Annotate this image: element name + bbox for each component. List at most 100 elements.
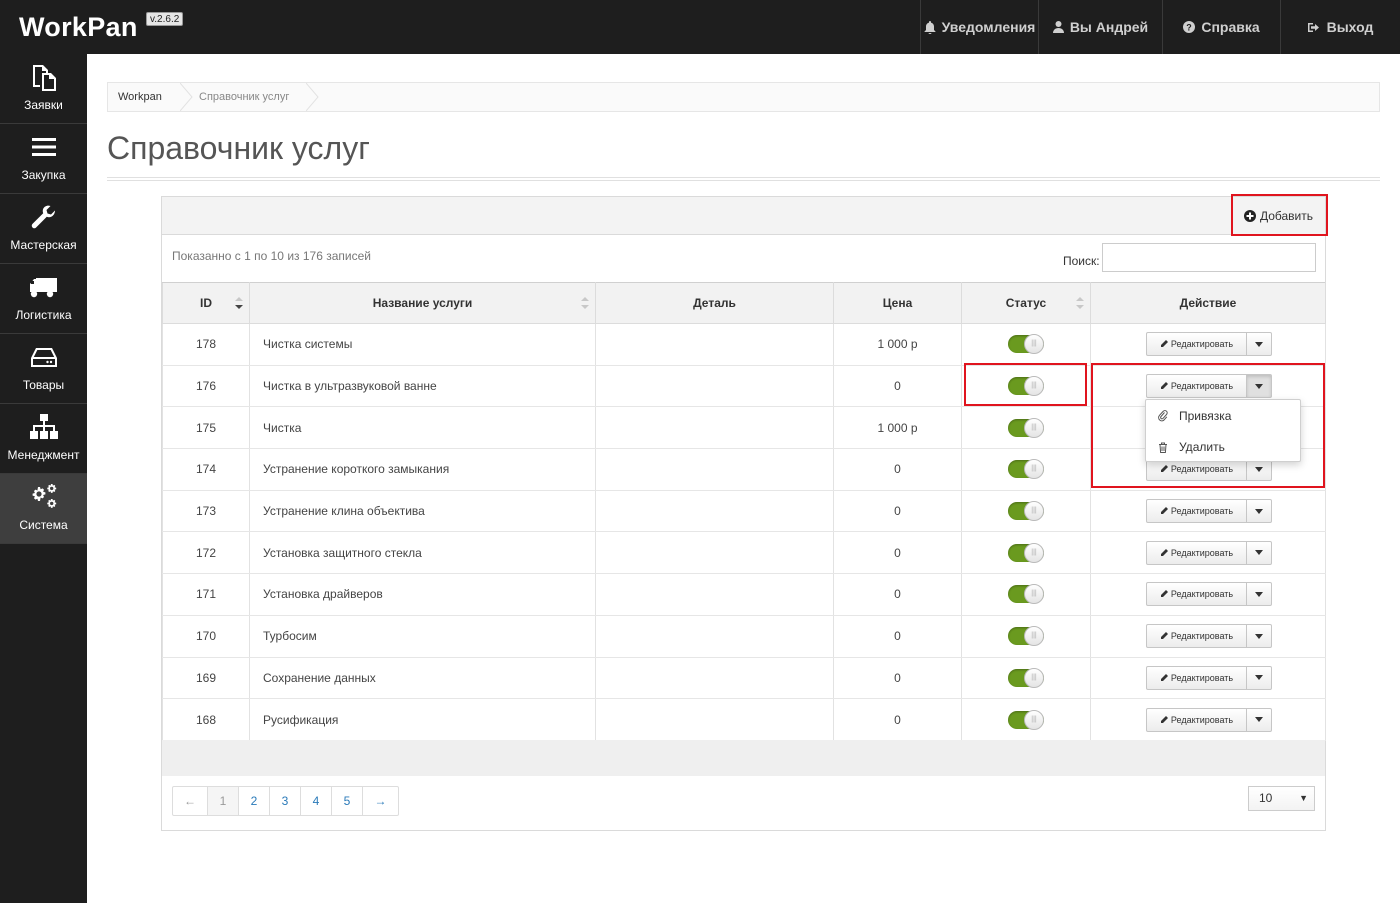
actions-dropdown-toggle[interactable]: [1247, 582, 1272, 607]
user-label: Вы Андрей: [1069, 19, 1149, 35]
sidebar-label-purchases: Закупка: [21, 168, 66, 182]
sidebar-item-goods[interactable]: Товары: [0, 334, 87, 404]
status-toggle[interactable]: |||: [1008, 584, 1044, 605]
sort-icon: [1076, 297, 1084, 309]
column-header-action: Действие: [1090, 282, 1326, 324]
records-info: Показанно с 1 по 10 из 176 записей: [172, 249, 371, 263]
cell-id: 174: [162, 448, 250, 491]
column-header-price: Цена: [833, 282, 962, 324]
status-toggle[interactable]: |||: [1008, 667, 1044, 688]
pagination-next[interactable]: →: [363, 787, 398, 815]
cell-detail: [595, 406, 834, 450]
logout-icon: [1307, 22, 1319, 32]
highlight-box-status: [964, 363, 1087, 406]
status-toggle[interactable]: |||: [1008, 334, 1044, 355]
action-button-group: Редактировать: [1146, 707, 1272, 732]
cell-detail: [595, 323, 834, 366]
pagination-prev[interactable]: ←: [173, 787, 208, 815]
actions-dropdown-toggle[interactable]: [1247, 624, 1272, 649]
actions-dropdown-toggle[interactable]: [1247, 707, 1272, 732]
edit-button[interactable]: Редактировать: [1146, 665, 1247, 690]
pagination-page[interactable]: 1: [208, 787, 239, 815]
edit-button[interactable]: Редактировать: [1146, 707, 1247, 732]
pencil-icon: [1160, 673, 1168, 681]
sidebar-item-purchases[interactable]: Закупка: [0, 124, 87, 194]
page-size-select[interactable]: 10 ▼: [1248, 786, 1315, 811]
edit-button[interactable]: Редактировать: [1146, 582, 1247, 607]
bell-icon: [924, 20, 936, 34]
user-link[interactable]: Вы Андрей: [1038, 0, 1162, 54]
breadcrumb-home[interactable]: Workpan: [118, 83, 162, 111]
logout-link[interactable]: Выход: [1280, 0, 1400, 54]
status-toggle[interactable]: |||: [1008, 626, 1044, 647]
sidebar-item-logistics[interactable]: Логистика: [0, 264, 87, 334]
cell-detail: [595, 573, 834, 616]
column-header-name[interactable]: Название услуги: [249, 282, 596, 324]
edit-button[interactable]: Редактировать: [1146, 624, 1247, 649]
cell-action: Редактировать: [1090, 531, 1326, 575]
status-toggle[interactable]: |||: [1008, 417, 1044, 438]
pencil-icon: [1160, 548, 1168, 556]
column-header-name-label: Название услуги: [372, 296, 473, 310]
sidebar-item-management[interactable]: Менеджмент: [0, 404, 87, 474]
cell-detail: [595, 531, 834, 575]
column-header-id[interactable]: ID: [162, 282, 250, 324]
table-row: 169 Сохранение данных 0 ||| Редактировать: [162, 657, 1326, 700]
pagination-page[interactable]: 3: [270, 787, 301, 815]
pencil-icon: [1160, 590, 1168, 598]
actions-dropdown-toggle[interactable]: [1247, 665, 1272, 690]
help-label: Справка: [1201, 19, 1260, 35]
toggle-knob: |||: [1024, 334, 1044, 355]
toggle-knob: |||: [1024, 584, 1044, 605]
actions-dropdown-toggle[interactable]: [1247, 332, 1272, 357]
pagination-page[interactable]: 4: [301, 787, 332, 815]
pagination-page[interactable]: 5: [332, 787, 363, 815]
sitemap-icon: [29, 414, 58, 439]
cell-service-name: Устранение клина объектива: [249, 490, 596, 533]
cell-action: Редактировать: [1090, 615, 1326, 658]
column-header-status[interactable]: Статус: [961, 282, 1091, 324]
search-input[interactable]: [1102, 243, 1316, 272]
top-bar: WorkPan v.2.6.2 Уведомления Вы Андрей ? …: [0, 0, 1400, 54]
cell-detail: [595, 615, 834, 658]
status-toggle[interactable]: |||: [1008, 459, 1044, 480]
cell-service-name: Русификация: [249, 698, 596, 741]
edit-button[interactable]: Редактировать: [1146, 332, 1247, 357]
table-row: 171 Установка драйверов 0 ||| Редактировать: [162, 573, 1326, 616]
actions-dropdown-toggle[interactable]: [1247, 540, 1272, 565]
help-link[interactable]: ? Справка: [1162, 0, 1280, 54]
cell-price: 0: [833, 490, 962, 533]
status-toggle[interactable]: |||: [1008, 709, 1044, 730]
cell-service-name: Устранение короткого замыкания: [249, 448, 596, 491]
panel-header: Добавить: [162, 197, 1325, 235]
sidebar-item-requests[interactable]: Заявки: [0, 54, 87, 124]
version-badge: v.2.6.2: [146, 12, 184, 26]
actions-dropdown-toggle[interactable]: [1247, 499, 1272, 524]
cell-price: 1 000 р: [833, 406, 962, 450]
cell-id: 172: [162, 531, 250, 575]
edit-button[interactable]: Редактировать: [1146, 540, 1247, 565]
notifications-link[interactable]: Уведомления: [920, 0, 1038, 54]
column-header-id-label: ID: [200, 296, 212, 310]
brand-logo[interactable]: WorkPan: [19, 12, 138, 43]
pagination-page[interactable]: 2: [239, 787, 270, 815]
caret-down-icon: [1255, 341, 1263, 347]
status-toggle[interactable]: |||: [1008, 501, 1044, 522]
cell-status: |||: [961, 615, 1091, 658]
sidebar-item-workshop[interactable]: Мастерская: [0, 194, 87, 264]
action-button-group: Редактировать: [1146, 499, 1272, 524]
search-label: Поиск:: [1063, 254, 1100, 268]
toggle-knob: |||: [1024, 626, 1044, 647]
status-toggle[interactable]: |||: [1008, 542, 1044, 563]
panel-footer: [162, 740, 1325, 776]
table-row: 170 Турбосим 0 ||| Редактировать: [162, 615, 1326, 658]
services-table: ID Название услуги Деталь Цена Статус Де…: [162, 282, 1326, 741]
sidebar-label-logistics: Логистика: [15, 308, 72, 322]
column-header-detail-label: Деталь: [693, 296, 736, 310]
cell-detail: [595, 448, 834, 491]
caret-down-icon: [1255, 508, 1263, 514]
edit-button[interactable]: Редактировать: [1146, 499, 1247, 524]
sidebar-item-system[interactable]: Система: [0, 474, 87, 544]
toggle-knob: |||: [1024, 501, 1044, 522]
breadcrumb: Workpan Справочник услуг: [107, 82, 1380, 112]
